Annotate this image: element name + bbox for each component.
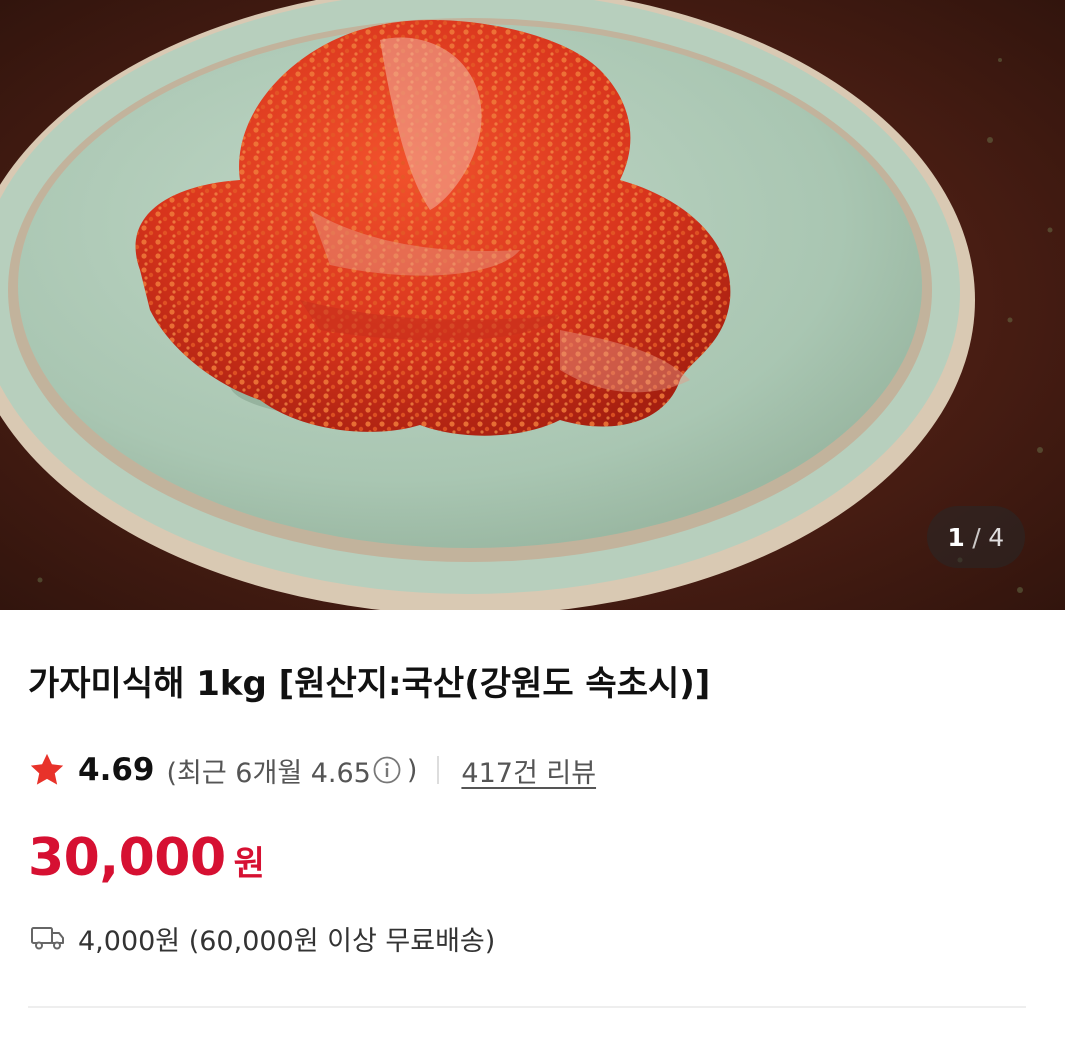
price-currency: 원 <box>233 844 265 884</box>
section-divider <box>28 1006 1026 1008</box>
shipping-text: 4,000원 (60,000원 이상 무료배송) <box>78 925 496 957</box>
star-icon <box>28 751 66 789</box>
product-image-gallery[interactable]: 1 / 4 <box>0 0 1065 610</box>
info-icon[interactable] <box>373 756 401 784</box>
image-counter-separator: / <box>972 522 982 552</box>
product-title: 가자미식해 1kg [원산지:국산(강원도 속초시)] <box>28 664 711 704</box>
recent-rating-close: ) <box>406 754 418 786</box>
image-counter-total: 4 <box>988 522 1005 552</box>
recent-rating: (최근 6개월 4.65 ) <box>167 751 418 790</box>
review-count-link[interactable]: 417건 리뷰 <box>461 751 596 790</box>
price-row: 30,000 원 <box>28 828 265 894</box>
image-counter-current: 1 <box>947 522 966 552</box>
truck-icon <box>30 924 66 952</box>
recent-rating-text: (최근 6개월 4.65 <box>166 757 371 789</box>
rating-row: 4.69 (최근 6개월 4.65 ) 417건 리뷰 <box>28 748 596 792</box>
product-detail-page: 1 / 4 가자미식해 1kg [원산지:국산(강원도 속초시)] 4.69 (… <box>0 0 1065 1051</box>
shipping-row: 4,000원 (60,000원 이상 무료배송) <box>30 918 495 958</box>
image-counter: 1 / 4 <box>927 506 1025 568</box>
price-amount: 30,000 <box>28 828 226 888</box>
rating-value: 4.69 <box>78 752 155 788</box>
rating-divider <box>437 756 440 784</box>
product-image[interactable] <box>0 0 1065 610</box>
